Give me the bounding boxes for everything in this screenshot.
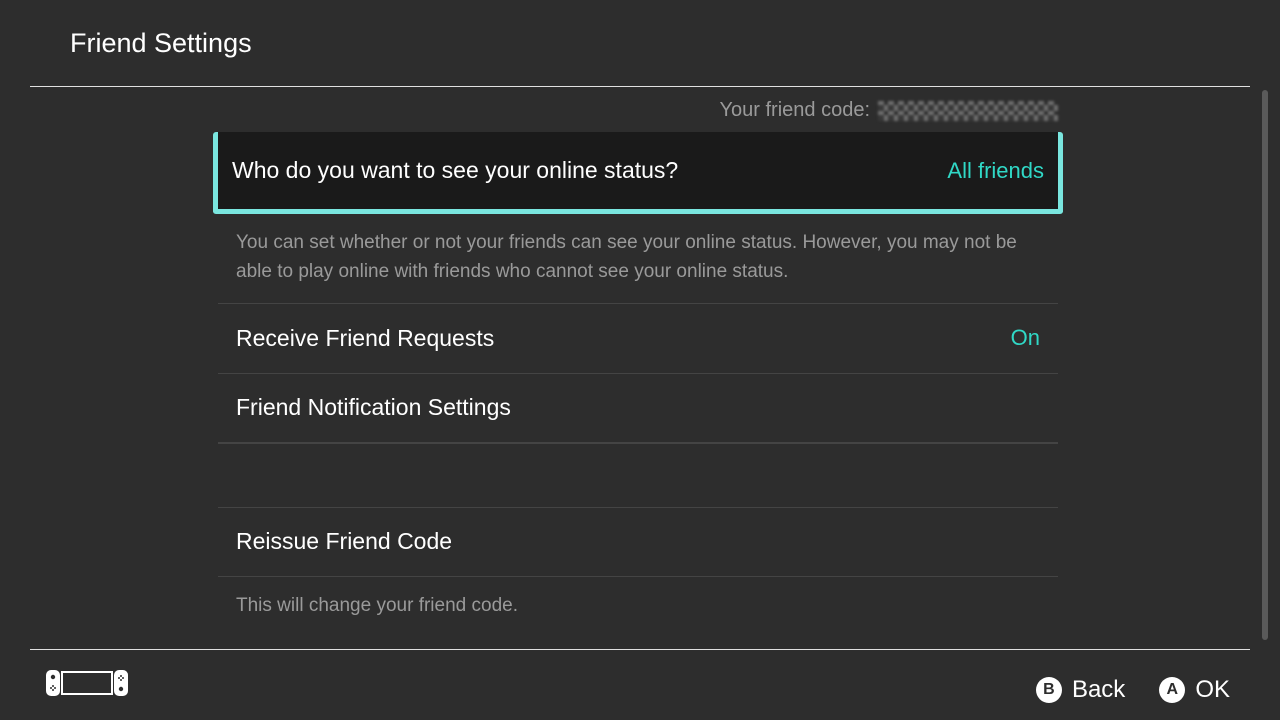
back-action[interactable]: B Back [1036,676,1125,704]
controller-icon [46,668,128,698]
footer-actions: B Back A OK [1036,676,1230,704]
setting-receive-requests[interactable]: Receive Friend Requests On [218,303,1058,373]
setting-online-status-label: Who do you want to see your online statu… [232,157,678,184]
setting-receive-requests-value: On [1011,325,1040,351]
setting-reissue-code-description: This will change your friend code. [218,577,1058,636]
setting-notifications[interactable]: Friend Notification Settings [218,373,1058,443]
ok-label: OK [1195,676,1230,704]
friend-code-row: Your friend code: [218,87,1058,132]
setting-online-status-description: You can set whether or not your friends … [218,214,1058,303]
b-button-icon: B [1036,677,1062,703]
friend-code-value [878,101,1058,121]
setting-reissue-code[interactable]: Reissue Friend Code [218,507,1058,577]
spacer-row [218,443,1058,507]
setting-online-status[interactable]: Who do you want to see your online statu… [213,132,1063,214]
a-button-icon: A [1159,677,1185,703]
header: Friend Settings [0,0,1280,86]
setting-receive-requests-label: Receive Friend Requests [236,325,494,352]
setting-online-status-value: All friends [947,158,1044,184]
setting-notifications-label: Friend Notification Settings [236,394,511,421]
page-title: Friend Settings [70,28,252,59]
friend-code-label: Your friend code: [720,99,870,122]
footer: B Back A OK [0,650,1280,720]
setting-reissue-code-label: Reissue Friend Code [236,528,452,555]
scrollbar[interactable] [1262,90,1268,640]
settings-panel: Your friend code: Who do you want to see… [218,87,1058,636]
ok-action[interactable]: A OK [1159,676,1230,704]
back-label: Back [1072,676,1125,704]
